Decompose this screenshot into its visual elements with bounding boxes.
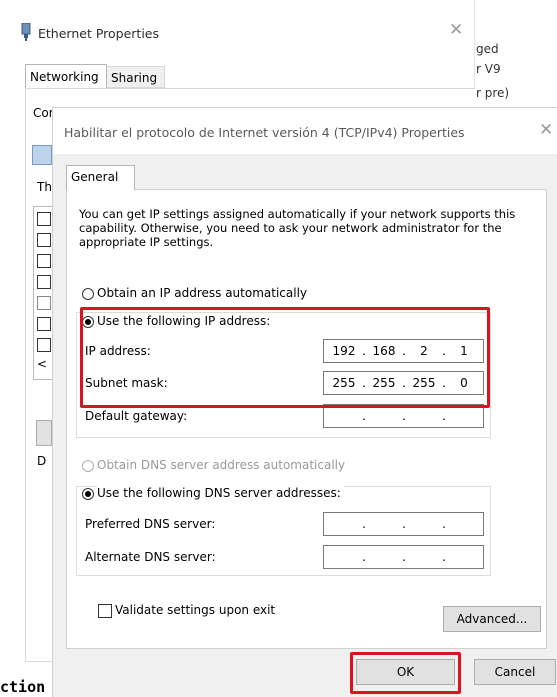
advanced-button[interactable]: Advanced... — [443, 606, 541, 632]
component-checkbox[interactable] — [37, 275, 51, 289]
ip-dot: . — [442, 409, 446, 423]
scroll-left-arrow-icon[interactable]: < — [37, 357, 47, 371]
ip-dot: . — [362, 517, 366, 531]
component-checkbox[interactable] — [37, 338, 51, 352]
close-icon[interactable]: ✕ — [449, 20, 463, 40]
tab-general[interactable]: General — [66, 165, 135, 190]
component-checkbox[interactable] — [37, 317, 51, 331]
validate-settings-checkbox[interactable] — [98, 604, 112, 618]
validate-settings-label: Validate settings upon exit — [115, 603, 276, 617]
description-text: You can get IP settings assigned automat… — [79, 207, 516, 249]
components-list[interactable]: < — [33, 206, 54, 380]
default-gateway-label: Default gateway: — [85, 409, 188, 423]
ip-dot: . — [442, 517, 446, 531]
ip-dot: . — [402, 517, 406, 531]
obtain-ip-auto-radio[interactable] — [82, 288, 94, 300]
ip-dot: . — [362, 550, 366, 564]
close-icon[interactable]: ✕ — [539, 120, 553, 140]
adapter-icon — [32, 145, 52, 165]
bottom-partial-text: ction — [0, 678, 46, 696]
component-checkbox[interactable] — [37, 254, 51, 268]
component-checkbox[interactable] — [37, 296, 51, 310]
ethernet-window-title: Ethernet Properties — [38, 26, 159, 41]
alternate-dns-label: Alternate DNS server: — [85, 550, 216, 564]
ip-dot: . — [402, 550, 406, 564]
ip-dot: . — [362, 409, 366, 423]
description-group-label: D — [37, 454, 47, 468]
alternate-dns-field[interactable]: . . . — [323, 545, 484, 569]
this-connection-label: Th — [37, 180, 52, 194]
preferred-dns-field[interactable]: . . . — [323, 512, 484, 536]
obtain-dns-auto-radio[interactable] — [82, 460, 94, 472]
right-partial-text: r V9 — [476, 62, 501, 76]
component-checkbox[interactable] — [37, 212, 51, 226]
ip-dot: . — [442, 550, 446, 564]
use-following-dns-radio[interactable] — [82, 488, 94, 500]
ip-dot: . — [402, 409, 406, 423]
component-checkbox[interactable] — [37, 233, 51, 247]
obtain-ip-auto-label: Obtain an IP address automatically — [97, 286, 308, 300]
install-button[interactable] — [36, 420, 52, 446]
right-partial-text: ged — [476, 42, 499, 56]
ipv4-properties-dialog: Habilitar el protocolo de Internet versi… — [52, 107, 557, 697]
tab-networking[interactable]: Networking — [25, 64, 107, 88]
obtain-dns-auto-label: Obtain DNS server address automatically — [97, 458, 346, 472]
ip-highlight-box — [80, 307, 490, 408]
preferred-dns-label: Preferred DNS server: — [85, 517, 216, 531]
cancel-button[interactable]: Cancel — [474, 659, 556, 685]
dialog-titlebar: Habilitar el protocolo de Internet versi… — [53, 108, 557, 154]
use-following-dns-label: Use the following DNS server addresses: — [97, 486, 344, 500]
ok-highlight-box — [350, 652, 461, 694]
dialog-title: Habilitar el protocolo de Internet versi… — [64, 125, 465, 140]
general-panel: You can get IP settings assigned automat… — [66, 189, 547, 649]
right-partial-text: r pre) — [476, 86, 510, 100]
network-adapter-icon — [19, 22, 33, 44]
tab-sharing[interactable]: Sharing — [107, 66, 165, 88]
